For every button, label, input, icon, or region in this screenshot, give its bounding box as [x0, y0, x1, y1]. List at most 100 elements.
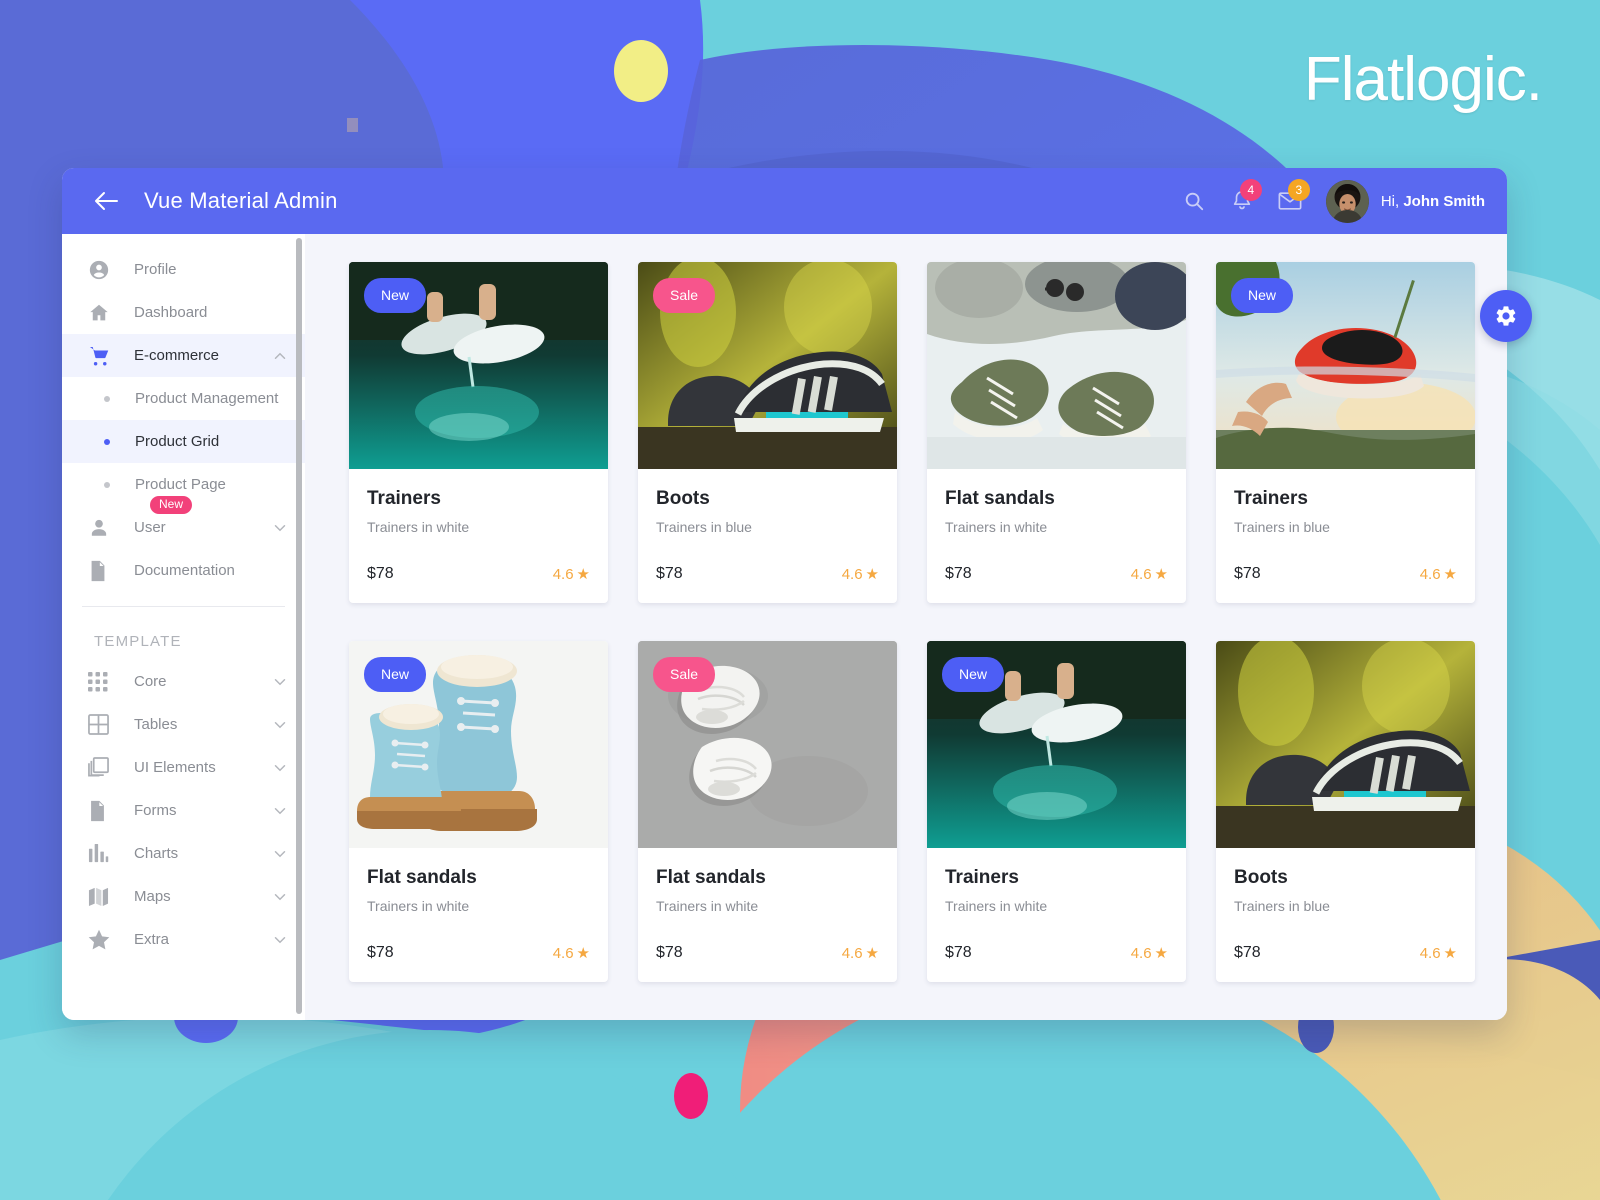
product-title: Trainers [1234, 488, 1308, 509]
rating-value: 4.6 [841, 944, 863, 962]
rating-value: 4.6 [1419, 944, 1441, 962]
product-badge: New [364, 657, 427, 692]
product-info: Boots Trainers in blue [638, 469, 897, 535]
star-icon: ★ [576, 566, 590, 583]
layers-icon [88, 757, 114, 778]
product-card[interactable]: New Flat sandals Trainers in white $78 4… [349, 641, 608, 982]
back-button[interactable] [94, 189, 118, 213]
user-greeting: Hi, John Smith [1381, 193, 1485, 210]
greeting-prefix: Hi, [1380, 192, 1400, 210]
sidebar-item-label: Tables [134, 716, 178, 733]
cart-icon [88, 345, 114, 367]
notifications-button[interactable]: 4 [1218, 179, 1266, 221]
star-icon [88, 929, 114, 950]
sidebar-item-profile[interactable]: Profile [62, 248, 305, 291]
bullet-dot-icon [104, 395, 110, 402]
sidebar-item-core[interactable]: Core [62, 660, 305, 703]
sidebar-item-ui-elements[interactable]: UI Elements [62, 746, 305, 789]
sidebar-item-label: User [134, 519, 166, 536]
sidebar-item-extra[interactable]: Extra [62, 918, 305, 961]
sidebar-item-dashboard[interactable]: Dashboard [62, 291, 305, 334]
sidebar-item-tables[interactable]: Tables [62, 703, 305, 746]
product-subtitle: Trainers in white [367, 519, 470, 535]
product-rating: 4.6 ★ [841, 944, 879, 963]
product-footer: $78 4.6 ★ [1216, 535, 1475, 603]
product-price: $78 [656, 565, 683, 582]
sidebar-subitem-product-grid[interactable]: Product Grid [62, 420, 305, 463]
topbar-actions: 4 3 Hi, John Smith [1170, 179, 1507, 223]
product-title: Trainers [945, 867, 1019, 888]
star-icon: ★ [1443, 566, 1457, 583]
chevron-down-icon [271, 716, 289, 734]
product-title: Boots [656, 488, 710, 509]
rating-value: 4.6 [552, 944, 574, 962]
new-badge: New [150, 496, 193, 515]
product-card[interactable]: Flat sandals Trainers in white $78 4.6 ★ [927, 262, 1186, 603]
avatar-photo [1325, 179, 1369, 223]
sidebar-item-ecommerce[interactable]: E-commerce [62, 334, 305, 377]
product-info: Boots Trainers in blue [1216, 848, 1475, 914]
sidebar-item-label: Dashboard [134, 304, 208, 321]
product-rating: 4.6 ★ [553, 565, 590, 584]
product-footer: $78 4.6 ★ [349, 535, 608, 603]
product-card[interactable]: Sale Boots Trainers in blue $78 4.6 ★ [638, 262, 897, 603]
product-rating: 4.6 ★ [1420, 565, 1457, 584]
star-icon: ★ [1154, 566, 1168, 583]
product-rating: 4.6 ★ [841, 565, 879, 584]
sidebar-section-label: TEMPLATE [94, 633, 182, 650]
map-icon [88, 886, 114, 907]
sidebar-item-documentation[interactable]: Documentation [62, 549, 305, 592]
settings-fab-button[interactable] [1480, 290, 1532, 342]
avatar[interactable] [1325, 179, 1369, 223]
sidebar-scrollbar[interactable] [296, 238, 302, 1014]
sidebar-item-charts[interactable]: Charts [62, 832, 305, 875]
sidebar-item-user[interactable]: New User [62, 496, 305, 549]
sidebar: Profile Dashboard E-commerce Product Man… [62, 234, 305, 1020]
product-subtitle: Trainers in white [945, 898, 1048, 914]
messages-button[interactable]: 3 [1266, 179, 1314, 221]
star-icon: ★ [865, 566, 879, 583]
product-title: Flat sandals [656, 867, 766, 888]
person-icon [88, 259, 114, 281]
product-rating: 4.6 ★ [1131, 565, 1168, 584]
sidebar-item-label: Core [134, 673, 167, 690]
product-info: Trainers Trainers in white [927, 848, 1186, 914]
product-grid: New Trainers Trainers in white $78 4.6 ★ [349, 262, 1477, 982]
sidebar-item-forms[interactable]: Forms [62, 789, 305, 832]
bullet-dot-icon [104, 438, 110, 445]
sidebar-subitem-label: Product Management [135, 390, 279, 407]
product-info: Trainers Trainers in blue [1216, 469, 1475, 535]
chevron-down-icon [271, 802, 289, 820]
chevron-down-icon [271, 673, 289, 691]
product-title: Boots [1234, 867, 1288, 888]
product-footer: $78 4.6 ★ [927, 535, 1186, 603]
back-arrow-icon [95, 192, 118, 210]
sidebar-subitem-label: Product Grid [135, 433, 220, 450]
page-title: Vue Material Admin [144, 188, 338, 213]
product-rating: 4.6 ★ [1130, 944, 1168, 963]
star-icon: ★ [1154, 945, 1168, 962]
product-image: New [1216, 262, 1475, 469]
product-card[interactable]: New Trainers Trainers in white $78 4.6 ★ [927, 641, 1186, 982]
product-card[interactable]: New Trainers Trainers in blue $78 4.6 ★ [1216, 262, 1475, 603]
product-image [1216, 641, 1475, 848]
product-card[interactable]: New Trainers Trainers in white $78 4.6 ★ [349, 262, 608, 603]
gear-icon [1496, 306, 1516, 326]
user-icon [88, 517, 114, 539]
search-button[interactable] [1170, 181, 1218, 221]
product-footer: $78 4.6 ★ [1216, 914, 1475, 982]
product-info: Flat sandals Trainers in white [927, 469, 1186, 535]
product-subtitle: Trainers in white [656, 898, 759, 914]
product-rating: 4.6 ★ [1419, 944, 1457, 963]
rating-value: 4.6 [1130, 944, 1152, 962]
rating-value: 4.6 [841, 565, 863, 583]
sidebar-item-maps[interactable]: Maps [62, 875, 305, 918]
chevron-up-icon [271, 347, 289, 365]
product-image: New [349, 262, 608, 469]
sidebar-subitem-product-management[interactable]: Product Management [62, 377, 305, 420]
product-image: Sale [638, 262, 897, 469]
product-badge: New [1231, 278, 1294, 313]
product-image: Sale [638, 641, 897, 848]
product-card[interactable]: Boots Trainers in blue $78 4.6 ★ [1216, 641, 1475, 982]
product-card[interactable]: Sale Flat sandals Trainers in white $78 … [638, 641, 897, 982]
